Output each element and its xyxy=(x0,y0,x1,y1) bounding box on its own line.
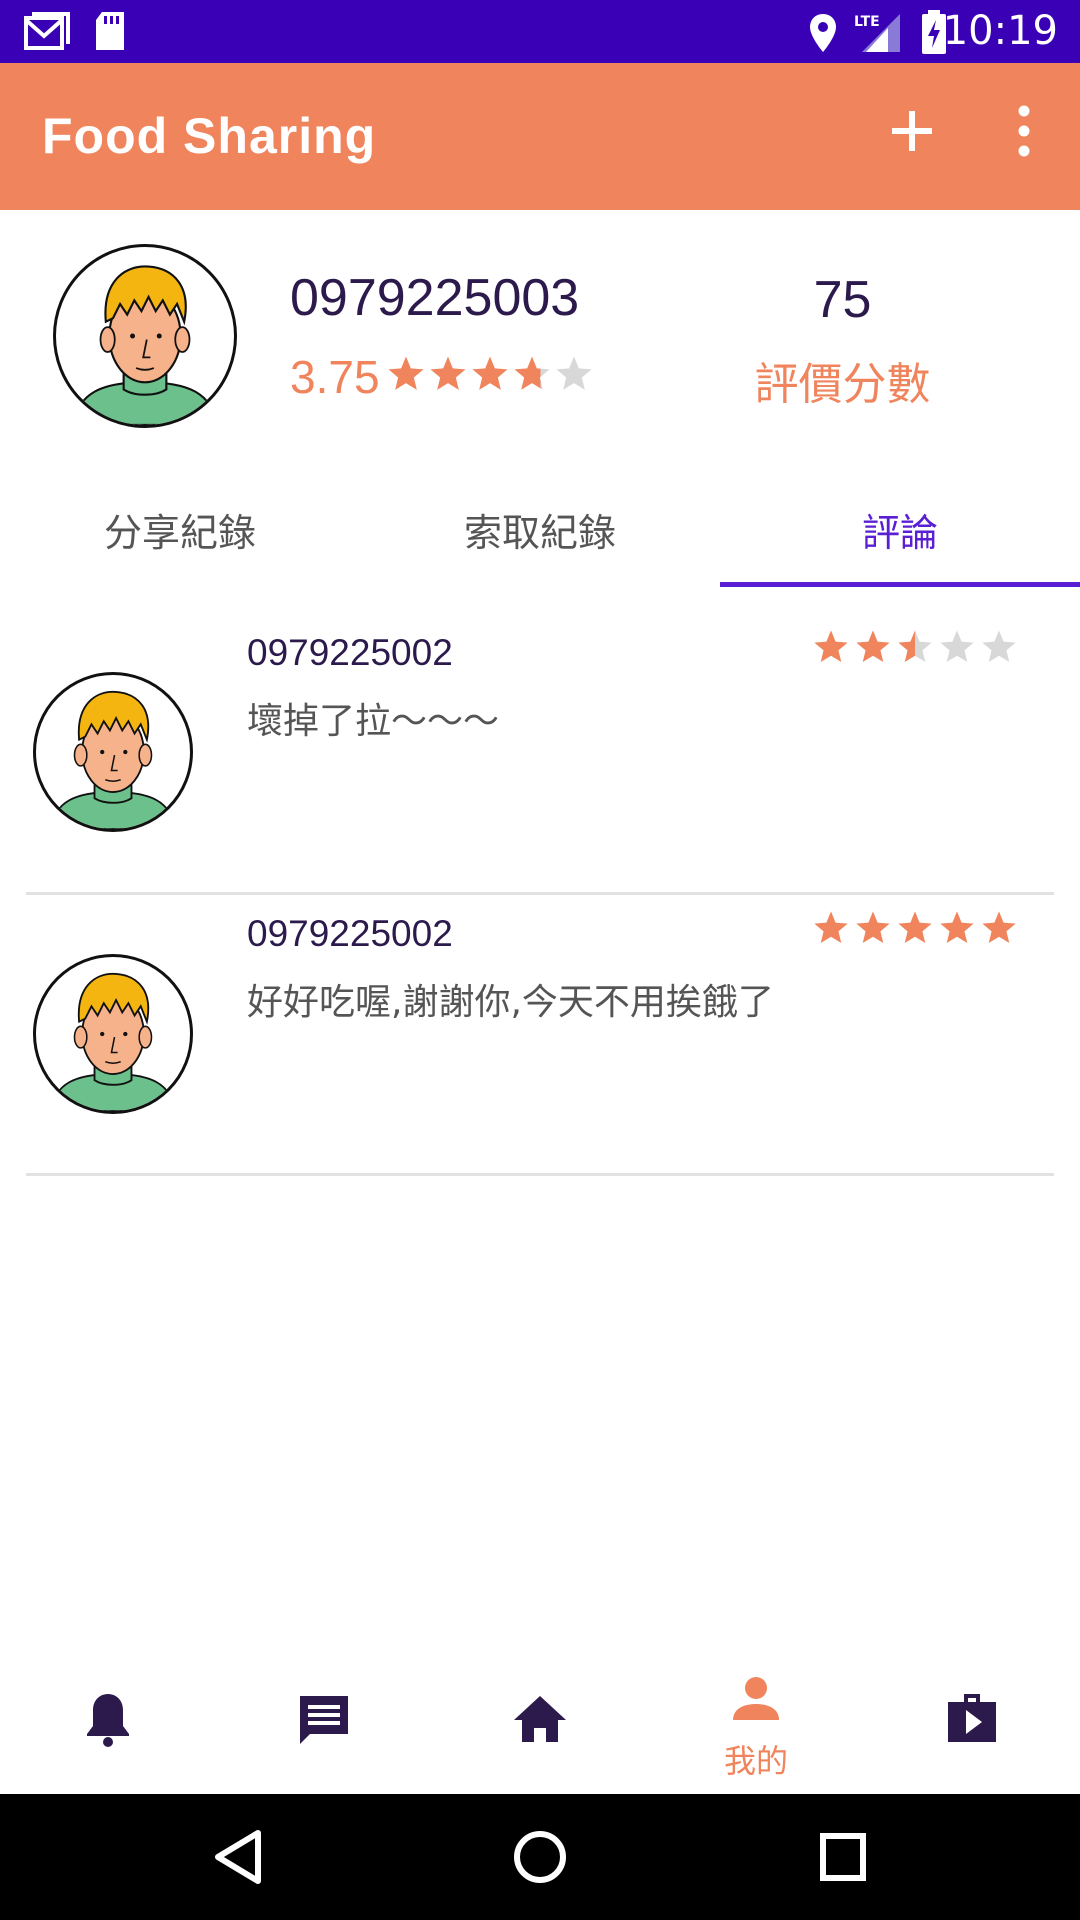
status-time: 10:19 xyxy=(942,8,1058,54)
star-icon xyxy=(388,356,424,390)
profile-avatar[interactable] xyxy=(53,244,237,428)
recents-icon[interactable] xyxy=(818,1827,868,1887)
reviewer-name: 0979225002 xyxy=(247,632,453,673)
star-icon xyxy=(982,630,1016,663)
list-item[interactable]: 0979225002 壞掉了拉～～～ xyxy=(0,600,1080,882)
location-icon xyxy=(810,14,836,52)
tab-indicator xyxy=(720,582,1080,587)
star-icon xyxy=(430,356,466,390)
star-icon xyxy=(814,630,848,663)
home-circle-icon[interactable] xyxy=(510,1827,570,1887)
divider xyxy=(26,1173,1054,1176)
person-icon xyxy=(733,1677,779,1720)
review-text: 壞掉了拉～～～ xyxy=(247,701,500,742)
nav-item-notifications[interactable] xyxy=(0,1648,216,1794)
nav-label-mine: 我的 xyxy=(723,1742,788,1780)
app-title: Food Sharing xyxy=(42,108,377,164)
star-icon xyxy=(940,911,974,944)
video-bag-icon xyxy=(948,1694,996,1742)
tab-reviews[interactable]: 評論 xyxy=(720,480,1080,588)
person-avatar-icon xyxy=(50,973,176,1111)
star-icon xyxy=(898,630,932,663)
star-icon xyxy=(898,911,932,944)
tab-bar: 分享紀錄 索取紀錄 評論 xyxy=(0,480,1080,588)
gmail-icon xyxy=(24,12,70,50)
home-icon xyxy=(514,1696,566,1742)
system-nav-bar xyxy=(0,1794,1080,1920)
more-vert-icon[interactable] xyxy=(1006,101,1042,161)
nav-item-messages[interactable] xyxy=(216,1648,432,1794)
score-value: 75 xyxy=(813,271,872,329)
reviewer-avatar[interactable] xyxy=(33,672,193,832)
reviewer-avatar[interactable] xyxy=(33,954,193,1114)
review-rating-stars xyxy=(812,909,1022,947)
score-label: 評價分數 xyxy=(754,359,931,410)
person-avatar-icon xyxy=(72,265,218,425)
star-icon xyxy=(556,356,592,390)
review-rating-stars xyxy=(812,628,1022,666)
tab-request-records[interactable]: 索取紀錄 xyxy=(360,480,720,588)
reviewer-name: 0979225002 xyxy=(247,913,453,954)
star-icon xyxy=(472,356,508,390)
profile-rating-stars xyxy=(386,354,596,394)
chat-icon xyxy=(300,1696,348,1744)
plus-icon[interactable] xyxy=(884,103,940,159)
profile-rating-value: 3.75 xyxy=(290,351,380,403)
svg-text:LTE: LTE xyxy=(854,14,880,30)
star-icon xyxy=(856,911,890,944)
review-text: 好好吃喔,謝謝你,今天不用挨餓了 xyxy=(247,982,774,1023)
nav-item-media[interactable] xyxy=(864,1648,1080,1794)
star-icon xyxy=(514,356,550,390)
tab-share-records[interactable]: 分享紀錄 xyxy=(0,480,360,588)
list-item[interactable]: 0979225002 好好吃喔,謝謝你,今天不用挨餓了 xyxy=(0,881,1080,1163)
lte-signal-icon: LTE xyxy=(854,14,900,52)
person-avatar-icon xyxy=(50,691,176,829)
app-bar: Food Sharing xyxy=(0,63,1080,210)
star-icon xyxy=(856,630,890,663)
bell-icon xyxy=(87,1694,129,1747)
star-icon xyxy=(982,911,1016,944)
status-bar: LTE 10:19 xyxy=(0,0,1080,63)
profile-phone: 0979225003 xyxy=(290,269,580,327)
sd-card-icon xyxy=(96,12,124,50)
star-icon xyxy=(940,630,974,663)
star-icon xyxy=(814,911,848,944)
nav-item-profile[interactable]: 我的 xyxy=(648,1648,864,1794)
nav-item-home[interactable] xyxy=(432,1648,648,1794)
back-icon[interactable] xyxy=(210,1827,266,1887)
bottom-nav: 我的 xyxy=(0,1648,1080,1794)
